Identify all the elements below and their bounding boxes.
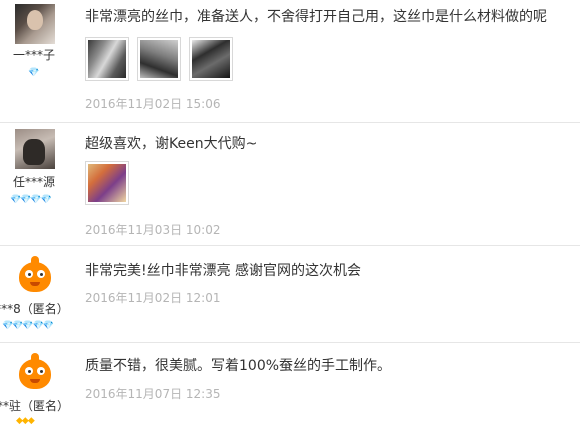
review-text: 非常完美!丝巾非常漂亮 感谢官网的这次机会 (85, 263, 362, 279)
username: 任***源 (12, 175, 55, 189)
review-image-thumbnail[interactable] (137, 37, 181, 81)
username: 一***子 (12, 48, 55, 62)
review-item: ***驻（匿名） ◆◆◆ 质量不错，很美腻。写着100%蚕丝的手工制作。 201… (0, 343, 580, 431)
review-item: ***8（匿名） 💎💎💎💎💎 非常完美!丝巾非常漂亮 感谢官网的这次机会 201… (0, 246, 580, 343)
review-date: 2016年11月03日 10:02 (85, 223, 221, 237)
review-date: 2016年11月02日 15:06 (85, 97, 221, 111)
review-item: 任***源 💎💎💎💎 超级喜欢，谢Keen大代购~ 2016年11月03日 10… (0, 123, 580, 246)
review-date: 2016年11月07日 12:35 (85, 387, 221, 401)
review-image-thumbnail[interactable] (85, 161, 129, 205)
anonymous-avatar-icon[interactable] (15, 353, 55, 393)
user-rank-icon: 💎💎💎💎💎 (2, 321, 54, 331)
review-images (85, 161, 129, 205)
username: ***驻（匿名） (0, 399, 69, 413)
review-images (85, 37, 233, 81)
review-date: 2016年11月02日 12:01 (85, 291, 221, 305)
user-rank-icon: 💎 (28, 68, 39, 78)
user-avatar[interactable] (15, 129, 55, 169)
user-avatar[interactable] (15, 4, 55, 44)
review-text: 超级喜欢，谢Keen大代购~ (85, 136, 258, 152)
review-image-thumbnail[interactable] (85, 37, 129, 81)
review-text: 非常漂亮的丝巾，准备送人，不舍得打开自己用，这丝巾是什么材料做的呢 (85, 9, 547, 25)
review-item: 一***子 💎 非常漂亮的丝巾，准备送人，不舍得打开自己用，这丝巾是什么材料做的… (0, 0, 580, 123)
review-image-thumbnail[interactable] (189, 37, 233, 81)
username: ***8（匿名） (0, 302, 69, 316)
review-text: 质量不错，很美腻。写着100%蚕丝的手工制作。 (85, 358, 392, 374)
user-rank-icon: 💎💎💎💎 (10, 195, 52, 205)
anonymous-avatar-icon[interactable] (15, 256, 55, 296)
user-rank-icon: ◆◆◆ (16, 416, 35, 426)
